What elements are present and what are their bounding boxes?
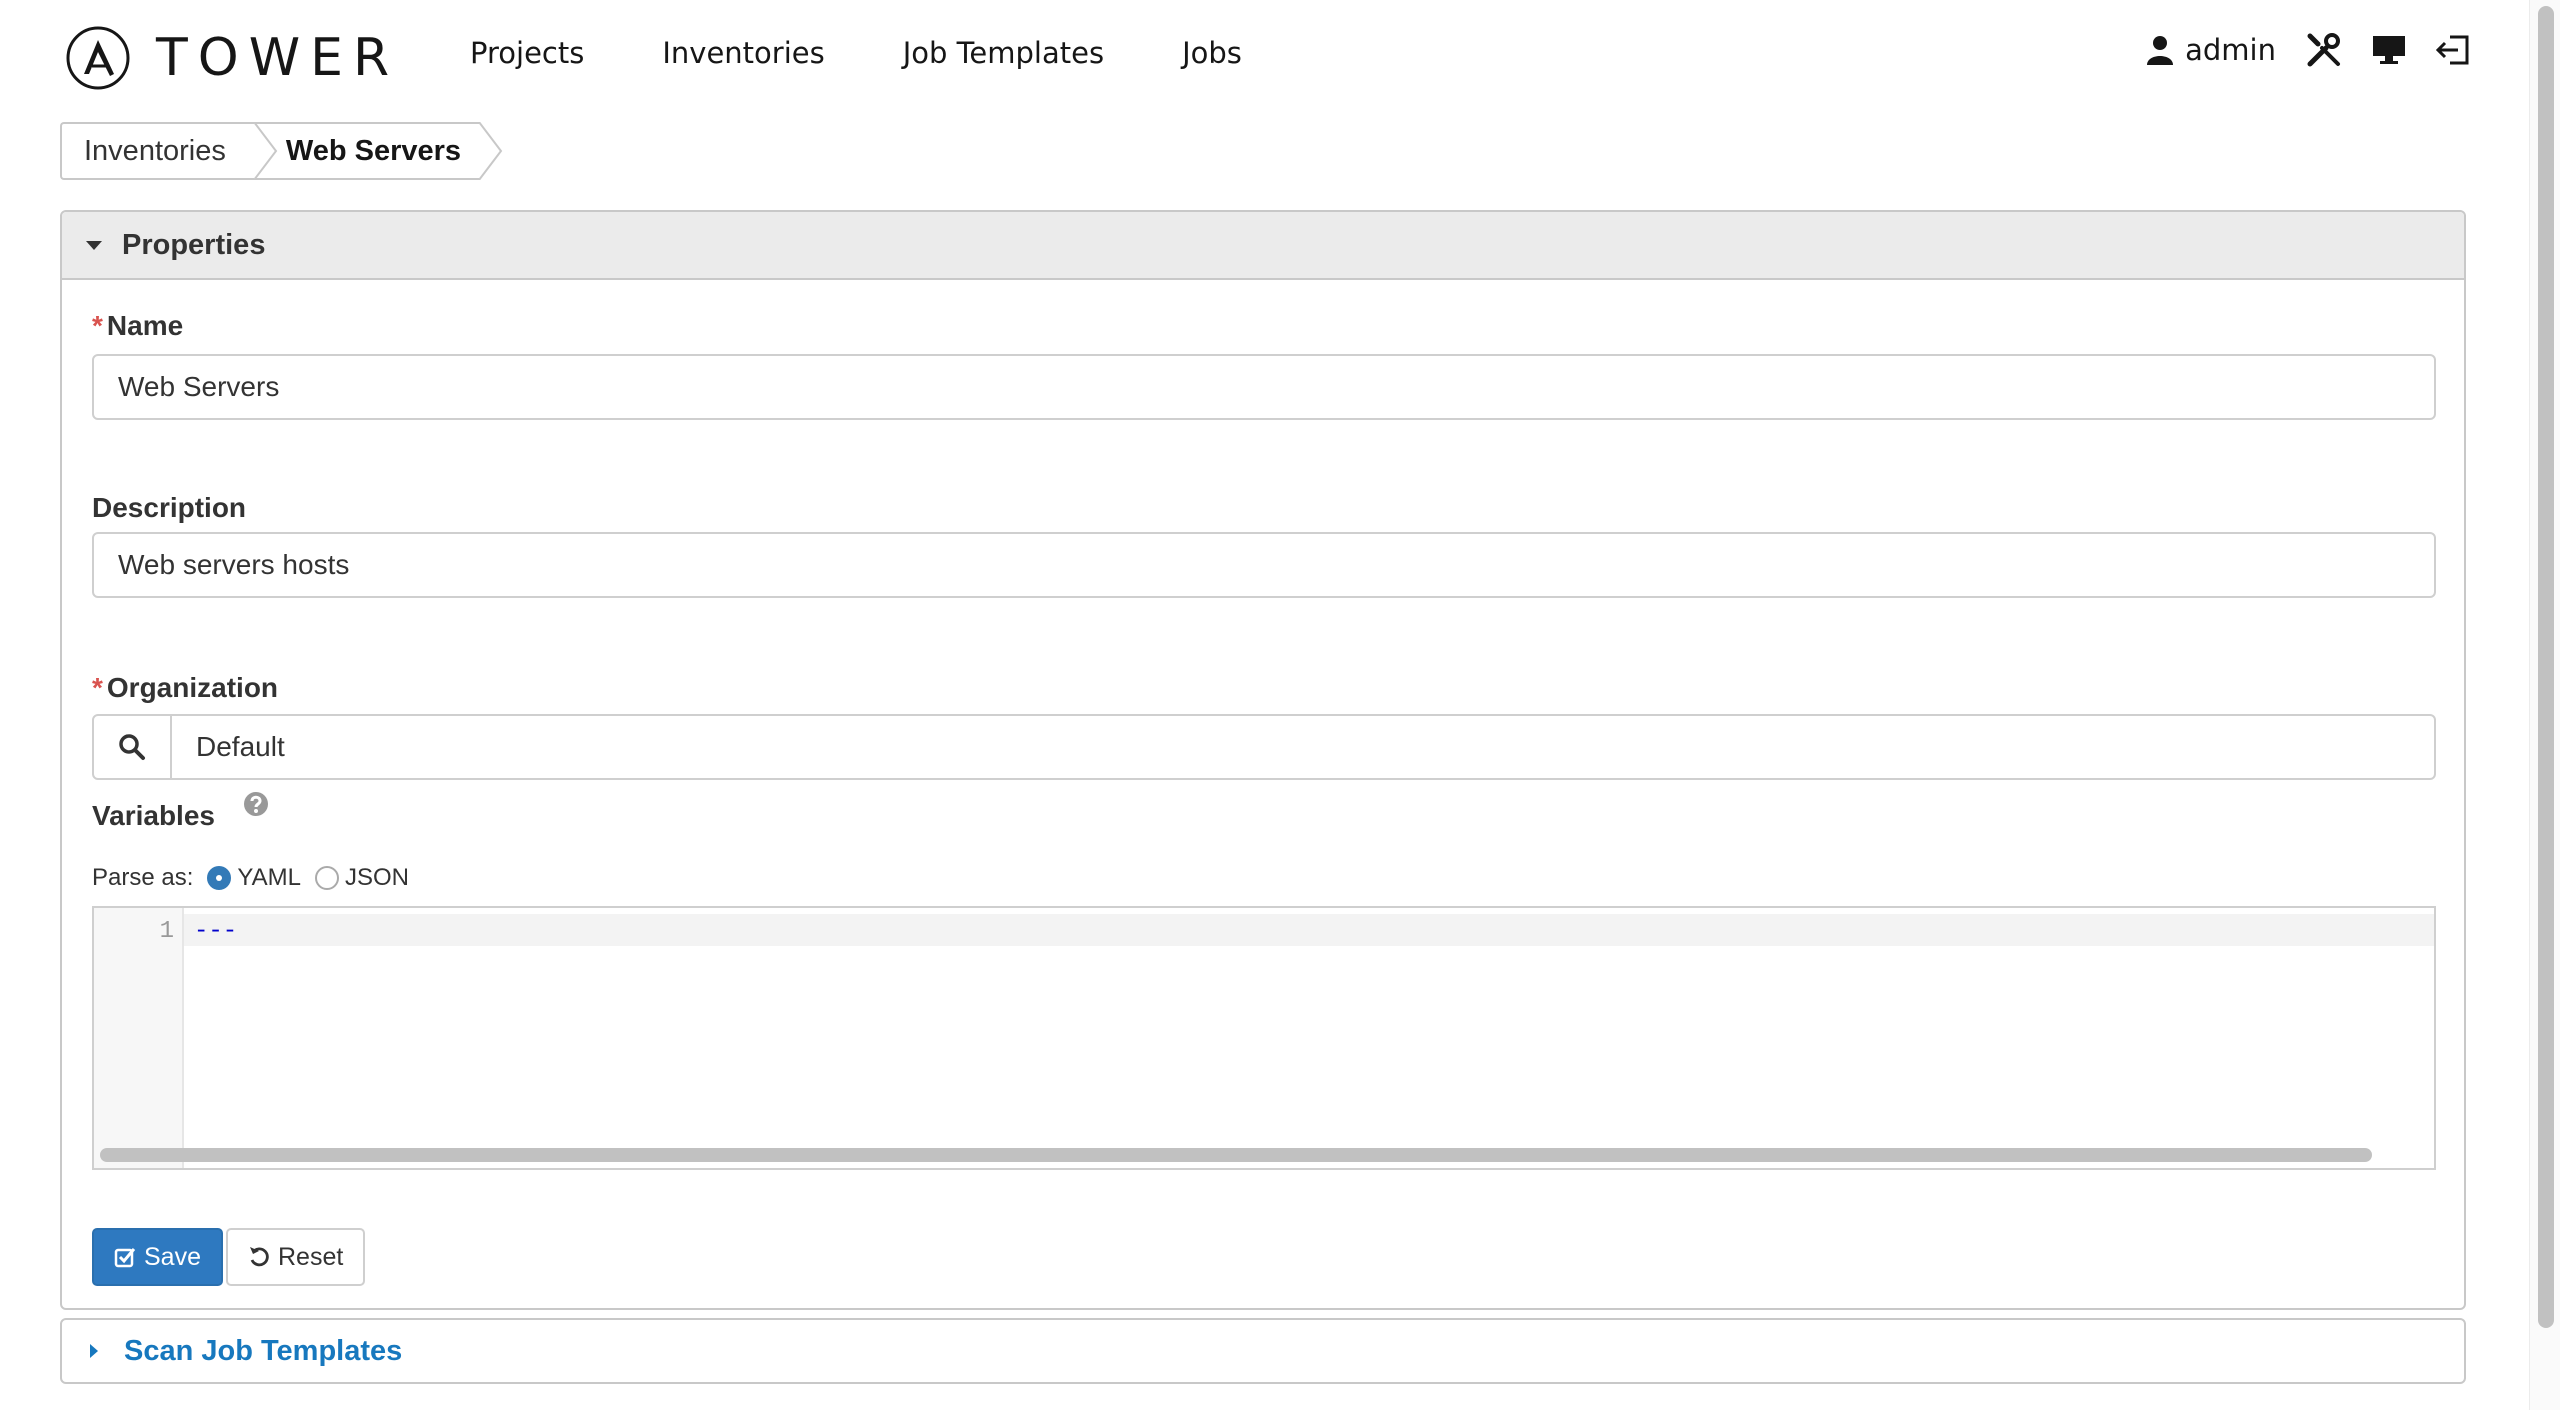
nav-utilities: admin (2147, 32, 2470, 68)
active-line-highlight (184, 914, 2434, 946)
caret-down-icon (86, 240, 102, 250)
caret-right-icon (90, 1344, 98, 1358)
parse-as-label: Parse as: (92, 864, 194, 891)
name-label: * Name (92, 310, 183, 342)
nav-job-templates[interactable]: Job Templates (903, 36, 1104, 70)
organization-search-button[interactable] (94, 716, 172, 778)
organization-label-text: Organization (106, 672, 279, 703)
breadcrumb-current: Web Servers (253, 122, 503, 180)
properties-panel: Properties *Name Description *Organizati… (60, 210, 2466, 1310)
logout-icon[interactable] (2436, 34, 2470, 66)
editor-gutter: 1 (94, 908, 184, 1168)
line-number: 1 (159, 918, 174, 945)
breadcrumb-end-arrow (478, 122, 503, 180)
undo-icon (250, 1247, 269, 1267)
parse-as-row: Parse as: YAML JSON (92, 864, 409, 892)
help-icon[interactable] (242, 790, 270, 823)
check-square-icon (114, 1248, 136, 1268)
properties-panel-header[interactable]: Properties (62, 212, 2464, 280)
breadcrumb-separator (253, 122, 278, 180)
monitor-icon[interactable] (2372, 34, 2406, 66)
nav-projects[interactable]: Projects (470, 36, 584, 70)
name-label-text: Name (106, 310, 184, 341)
search-icon (119, 734, 145, 760)
organization-lookup (92, 714, 2436, 780)
variables-editor[interactable]: 1 --- (92, 906, 2436, 1170)
user-menu[interactable]: admin (2147, 33, 2276, 67)
organization-label: * Organization (92, 672, 278, 704)
name-input[interactable] (92, 354, 2436, 420)
required-mark: * (92, 672, 103, 703)
variables-label: Variables (92, 800, 215, 831)
editor-code[interactable]: --- (194, 918, 237, 945)
description-input[interactable] (92, 532, 2436, 598)
organization-input[interactable] (172, 716, 2434, 778)
reset-button[interactable]: Reset (226, 1228, 366, 1286)
breadcrumb-label: Inventories (84, 134, 226, 167)
breadcrumb-inventories[interactable]: Inventories (60, 122, 278, 180)
reset-label: Reset (278, 1242, 344, 1271)
ansible-logo-icon (66, 26, 130, 90)
properties-title: Properties (122, 228, 266, 261)
save-label: Save (144, 1242, 201, 1271)
json-radio[interactable] (314, 866, 339, 890)
scan-job-templates-panel[interactable]: Scan Job Templates (60, 1318, 2466, 1384)
breadcrumb-label: Web Servers (285, 134, 462, 167)
yaml-radio[interactable] (207, 866, 232, 890)
breadcrumb: Inventories Web Servers (60, 122, 503, 180)
brand-name: TOWER (156, 28, 400, 88)
required-mark: * (92, 310, 103, 341)
save-button[interactable]: Save (92, 1228, 223, 1286)
user-name: admin (2185, 33, 2276, 67)
page-scrollbar-track[interactable] (2529, 0, 2560, 1410)
tools-icon[interactable] (2306, 32, 2342, 68)
main-nav: Projects Inventories Job Templates Jobs (470, 36, 1320, 70)
page-scrollbar-thumb[interactable] (2538, 6, 2554, 1328)
editor-horizontal-scrollbar[interactable] (100, 1148, 2372, 1162)
nav-inventories[interactable]: Inventories (662, 36, 824, 70)
yaml-radio-label[interactable]: YAML (237, 864, 301, 892)
nav-jobs[interactable]: Jobs (1182, 36, 1242, 70)
brand-logo[interactable]: TOWER (66, 26, 399, 90)
scan-job-templates-title: Scan Job Templates (124, 1334, 403, 1367)
user-icon (2147, 36, 2174, 65)
json-radio-label[interactable]: JSON (345, 864, 409, 892)
description-label: Description (92, 492, 247, 523)
top-navbar: TOWER Projects Inventories Job Templates… (0, 0, 2560, 114)
